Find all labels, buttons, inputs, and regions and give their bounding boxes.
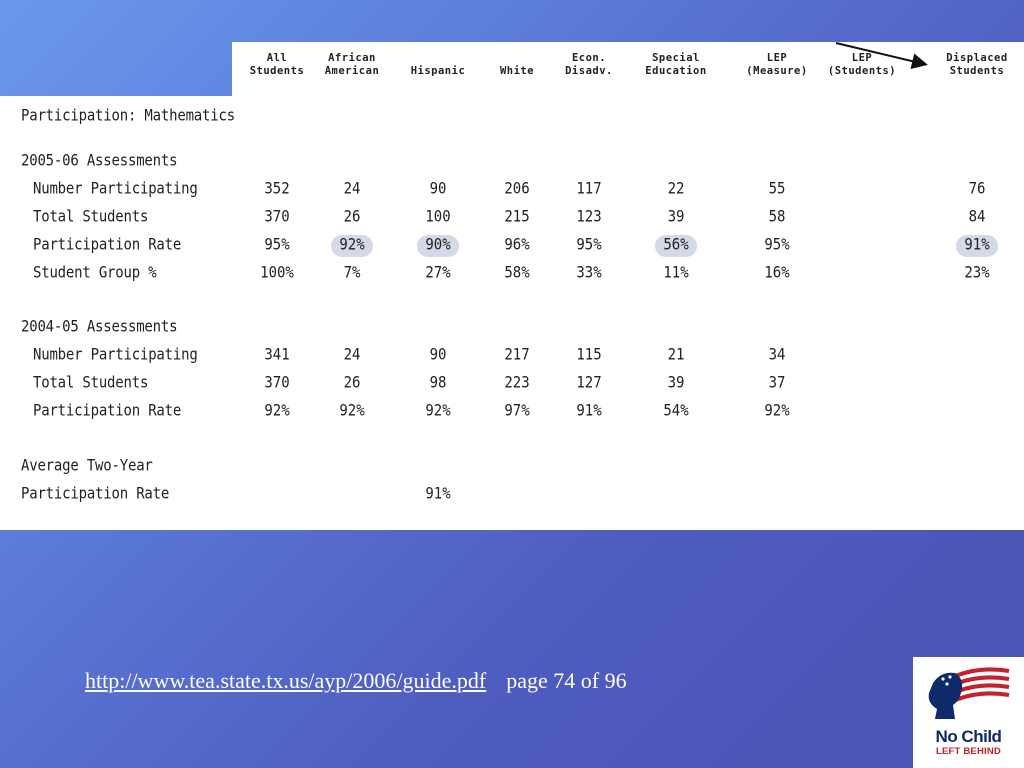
table-cell: 96% [504,236,530,254]
table-cell: 92% [764,402,790,420]
section-title: Participation: Mathematics [21,107,235,125]
table-cell: 58% [504,264,530,282]
table-cell: 91% [964,236,990,254]
average-cell: 91% [425,485,451,503]
column-header-displaced: Displaced Students [927,52,1024,78]
table-cell: 223 [504,374,530,392]
row-label: Total Students [33,374,149,392]
table-cell: 76 [968,180,986,198]
column-header-african: African American [302,52,402,78]
table-cell: 98 [429,374,447,392]
column-header-line1: Econ. [571,52,607,64]
column-header-line2: American [324,65,380,77]
table-cell: 39 [667,208,685,226]
slide-footer: http://www.tea.state.tx.us/ayp/2006/guid… [85,668,627,694]
table-cell: 100 [425,208,451,226]
table-cell: 352 [264,180,290,198]
column-header-line1: African [328,52,376,64]
table-cell: 215 [504,208,530,226]
table-cell: 117 [576,180,602,198]
table-cell: 370 [264,208,290,226]
table-cell: 92% [264,402,290,420]
row-label: Number Participating [33,346,198,364]
table-cell: 123 [576,208,602,226]
row-label: Total Students [33,208,149,226]
row-label: Number Participating [33,180,198,198]
table-cell: 22 [667,180,685,198]
table-cell: 33% [576,264,602,282]
table-cell: 370 [264,374,290,392]
table-cell: 90 [429,180,447,198]
section-heading: 2004-05 Assessments [21,318,178,336]
table-cell: 16% [764,264,790,282]
section-heading: 2005-06 Assessments [21,152,178,170]
table-cell: 92% [425,402,451,420]
table-cell: 91% [576,402,602,420]
table-cell: 92% [339,402,365,420]
table-cell: 27% [425,264,451,282]
column-header-line1: Special [652,52,700,64]
no-child-left-behind-logo: No Child LEFT BEHIND [913,657,1024,768]
table-cell: 206 [504,180,530,198]
table-cell: 37 [768,374,786,392]
row-label: Participation Rate [33,236,182,254]
row-label: Participation Rate [33,402,182,420]
table-cell: 217 [504,346,530,364]
table-cell: 55 [768,180,786,198]
table-cell: 54% [663,402,689,420]
table-cell: 11% [663,264,689,282]
column-header-line2: Education [645,65,707,77]
table-cell: 58 [768,208,786,226]
row-label: Student Group % [33,264,157,282]
table-cell: 95% [576,236,602,254]
page-number: page 74 of 96 [506,668,627,693]
arrow-icon [835,42,928,69]
table-cell: 7% [343,264,361,282]
table-cell: 23% [964,264,990,282]
table-cell: 56% [663,236,689,254]
average-label-line2: Participation Rate [21,485,170,503]
table-cell: 84 [968,208,986,226]
table-cell: 34 [768,346,786,364]
table-cell: 95% [764,236,790,254]
table-cell: 100% [260,264,294,282]
table-cell: 92% [339,236,365,254]
table-cell: 26 [343,374,361,392]
logo-text-no-child: No Child [935,727,1002,746]
table-cell: 90 [429,346,447,364]
table-cell: 127 [576,374,602,392]
table-cell: 24 [343,346,361,364]
column-header-line2: Students [949,65,1005,77]
source-link[interactable]: http://www.tea.state.tx.us/ayp/2006/guid… [85,668,486,693]
table-cell: 26 [343,208,361,226]
flag-head-icon [928,667,1010,719]
table-cell: 90% [425,236,451,254]
column-header-line1: Displaced [946,52,1008,64]
average-label-line1: Average Two-Year [21,457,153,475]
table-cell: 97% [504,402,530,420]
table-cell: 39 [667,374,685,392]
column-header-line2: Disadv. [565,65,613,77]
column-header-econ: Econ. Disadv. [539,52,639,78]
table-cell: 95% [264,236,290,254]
table-cell: 24 [343,180,361,198]
table-cell: 115 [576,346,602,364]
column-header-special: Special Education [626,52,726,78]
table-cell: 21 [667,346,685,364]
table-cell: 341 [264,346,290,364]
logo-text-left-behind: LEFT BEHIND [935,746,1001,757]
